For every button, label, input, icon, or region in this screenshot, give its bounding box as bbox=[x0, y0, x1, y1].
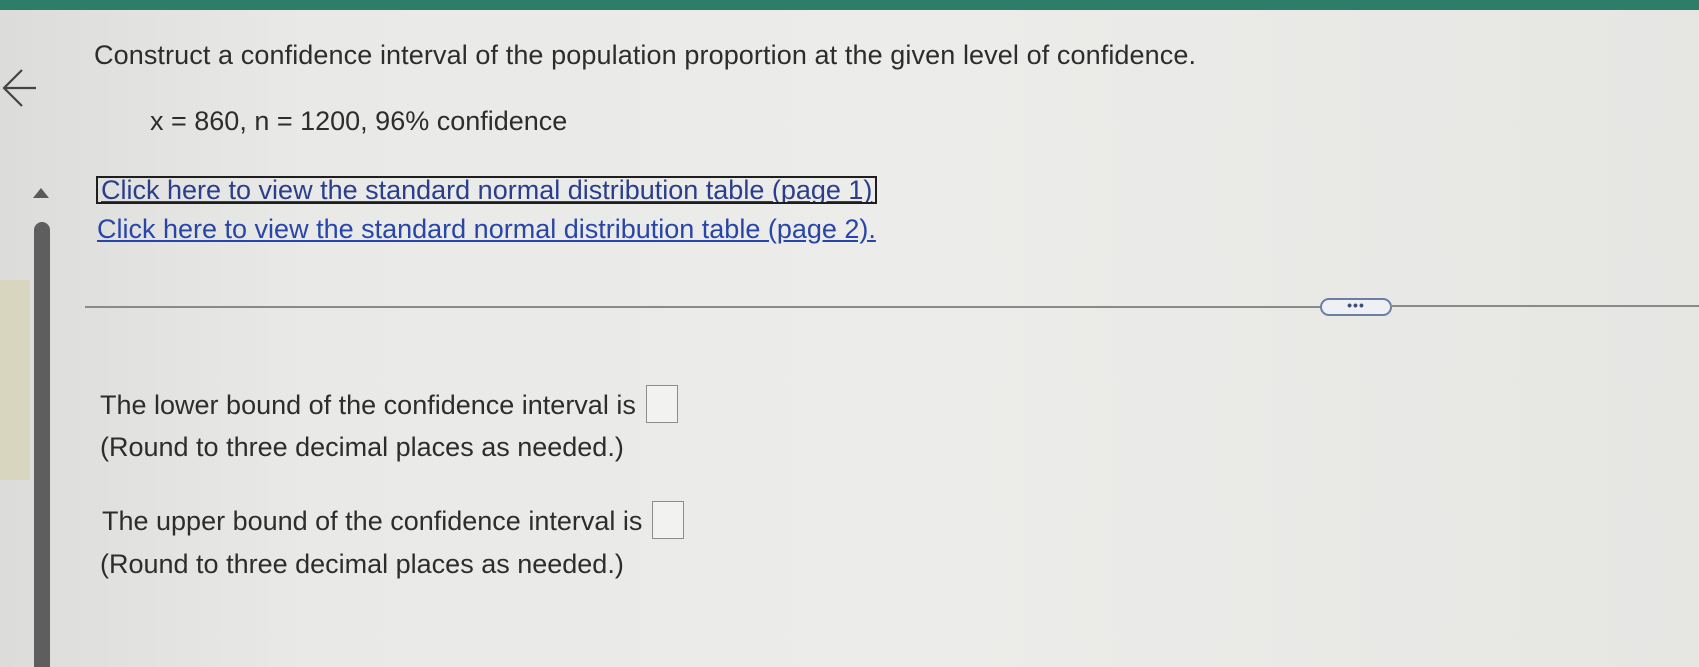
normal-table-page1-link[interactable]: Click here to view the standard normal d… bbox=[96, 176, 878, 204]
question-page: Construct a confidence interval of the p… bbox=[0, 0, 1699, 667]
upper-bound-prompt: The upper bound of the confidence interv… bbox=[102, 500, 685, 539]
lower-bound-input[interactable] bbox=[645, 384, 678, 423]
normal-table-page2-link[interactable]: Click here to view the standard normal d… bbox=[97, 214, 876, 245]
left-panel-edge bbox=[0, 280, 30, 480]
lower-bound-prompt: The lower bound of the confidence interv… bbox=[100, 384, 678, 423]
given-values: x = 860, n = 1200, 96% confidence bbox=[150, 106, 568, 136]
question-prompt: Construct a confidence interval of the p… bbox=[94, 40, 1197, 70]
section-divider-right bbox=[1390, 305, 1699, 307]
upper-bound-hint: (Round to three decimal places as needed… bbox=[100, 549, 624, 579]
lower-bound-label: The lower bound of the confidence interv… bbox=[100, 390, 636, 420]
top-accent-bar bbox=[0, 0, 1699, 10]
upper-bound-input[interactable] bbox=[652, 500, 685, 539]
lower-bound-hint: (Round to three decimal places as needed… bbox=[100, 432, 624, 462]
scrollbar[interactable] bbox=[34, 222, 50, 667]
section-divider bbox=[85, 306, 1321, 308]
back-arrow-icon[interactable] bbox=[0, 58, 40, 118]
upper-bound-label: The upper bound of the confidence interv… bbox=[102, 506, 643, 536]
more-options-button[interactable]: ••• bbox=[1320, 298, 1392, 316]
scroll-up-arrow-icon[interactable] bbox=[32, 186, 50, 200]
